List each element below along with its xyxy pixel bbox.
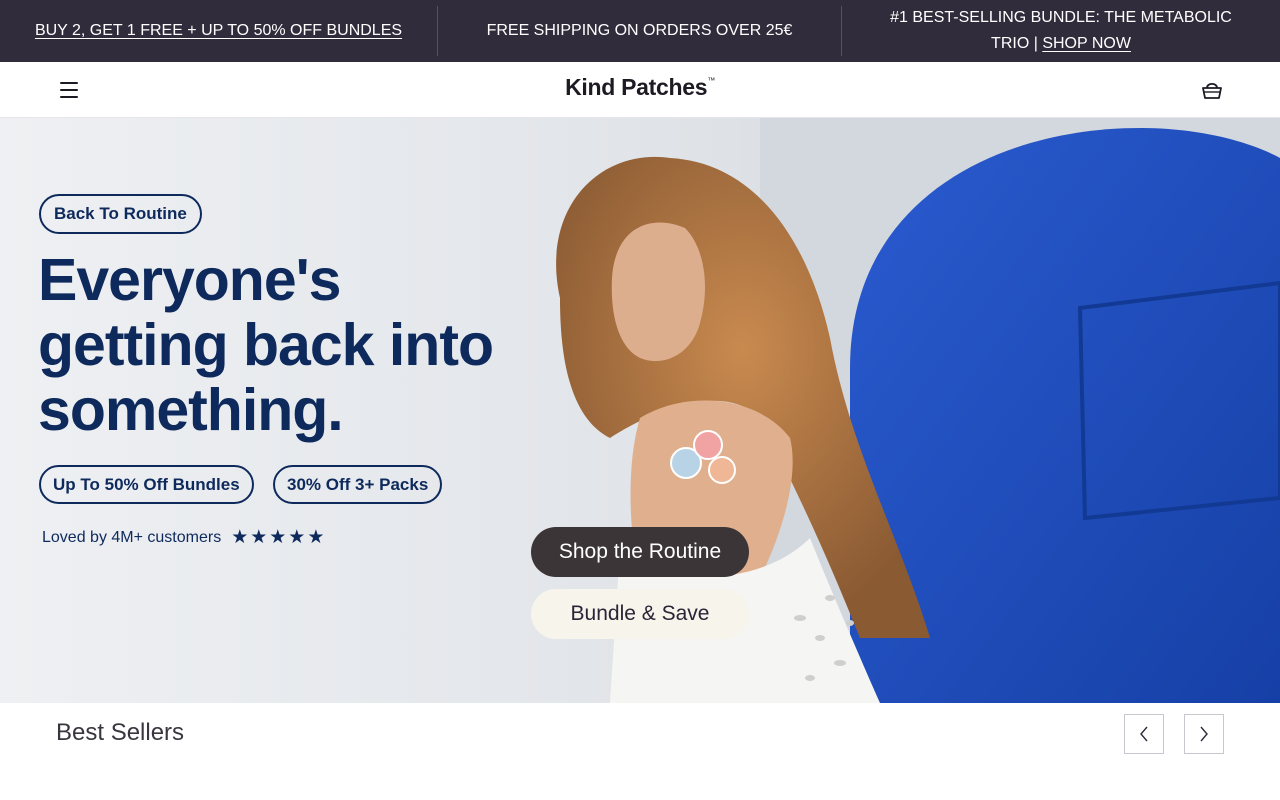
best-sellers-section: Best Sellers: [0, 703, 1280, 800]
announcement-bundles-link[interactable]: BUY 2, GET 1 FREE + UP TO 50% OFF BUNDLE…: [35, 18, 402, 44]
announcement-shipping-text: FREE SHIPPING ON ORDERS OVER 25€: [486, 22, 793, 39]
chevron-left-icon: [1140, 726, 1148, 742]
trademark-mark: ™: [707, 76, 715, 85]
announcement-bar: BUY 2, GET 1 FREE + UP TO 50% OFF BUNDLE…: [0, 0, 1280, 62]
bundle-and-save-button[interactable]: Bundle & Save: [531, 589, 749, 639]
offer-bundles-badge: Up To 50% Off Bundles: [39, 465, 254, 504]
carousel-next-button[interactable]: [1184, 714, 1224, 754]
shopping-basket-icon[interactable]: [1196, 74, 1228, 106]
brand-name: Kind Patches: [565, 74, 708, 100]
site-header: Kind Patches™: [0, 62, 1280, 118]
loved-by-text: Loved by 4M+ customers: [42, 528, 222, 546]
announcement-item-shipping: FREE SHIPPING ON ORDERS OVER 25€: [437, 6, 842, 56]
carousel-prev-button[interactable]: [1124, 714, 1164, 754]
shop-now-link[interactable]: SHOP NOW: [1042, 35, 1131, 52]
hero-headline: Everyone's getting back into something.: [38, 247, 494, 443]
brand-logo[interactable]: Kind Patches™: [0, 74, 1280, 101]
star-rating-icon: ★★★★★: [231, 527, 327, 548]
shop-the-routine-button[interactable]: Shop the Routine: [531, 527, 749, 577]
hero-banner: Back To Routine Everyone's getting back …: [0, 118, 1280, 703]
best-sellers-title: Best Sellers: [56, 719, 185, 746]
announcement-item-trio: #1 BEST-SELLING BUNDLE: THE METABOLIC TR…: [842, 6, 1280, 56]
offer-packs-badge: 30% Off 3+ Packs: [273, 465, 443, 504]
announcement-item-bundles: BUY 2, GET 1 FREE + UP TO 50% OFF BUNDLE…: [0, 6, 437, 56]
back-to-routine-tag: Back To Routine: [39, 194, 202, 234]
chevron-right-icon: [1200, 726, 1208, 742]
customer-rating: Loved by 4M+ customers ★★★★★: [42, 526, 326, 549]
